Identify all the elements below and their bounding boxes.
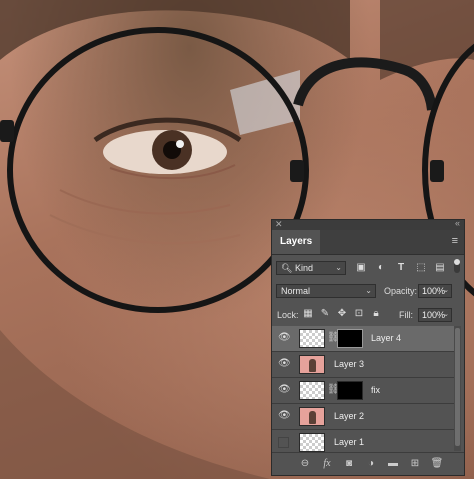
lock-transparent-icon[interactable]: ▦ (302, 308, 314, 320)
layer-thumbnail[interactable] (299, 355, 325, 374)
filter-smartobject-icon[interactable]: ▤ (433, 261, 447, 274)
layer-name[interactable]: Layer 3 (334, 359, 364, 369)
layers-panel: ✕ « Layers ≡ 🔍︎ Kind ⌄ ▣ ◐ T ⬚ ▤ Normal … (271, 218, 465, 476)
scrollbar-thumb[interactable] (455, 328, 460, 446)
layer-thumbnail[interactable] (299, 407, 325, 426)
blend-row: Normal ⌄ Opacity: 100% ⌄ (272, 279, 464, 303)
layer-row-layer-4[interactable]: 👁 ⛓ Layer 4 (272, 326, 455, 352)
filter-pixel-icon[interactable]: ▣ (354, 261, 368, 274)
chevron-down-icon: ⌄ (443, 311, 449, 318)
chevron-down-icon: ⌄ (365, 286, 372, 295)
opacity-label: Opacity: (384, 286, 418, 296)
add-mask-icon[interactable]: ◙ (342, 458, 356, 470)
layer-row-layer-3[interactable]: 👁 Layer 3 (272, 352, 455, 378)
filter-kind-value: Kind (294, 263, 313, 273)
visibility-toggle-off[interactable] (278, 437, 289, 448)
lock-all-icon[interactable]: 🔒︎ (370, 308, 382, 320)
panel-menu-icon[interactable]: ≡ (452, 236, 458, 247)
trash-icon[interactable]: 🗑︎ (430, 458, 444, 470)
filter-shape-icon[interactable]: ⬚ (414, 261, 428, 274)
adjustment-layer-icon[interactable]: ◑ (364, 458, 378, 470)
group-folder-icon[interactable]: ▬ (386, 458, 400, 470)
lock-label: Lock: (277, 310, 299, 320)
lock-artboard-icon[interactable]: ⊡ (353, 308, 365, 320)
lock-move-icon[interactable]: ✥ (336, 308, 348, 320)
fill-label: Fill: (399, 310, 413, 320)
link-layers-icon[interactable]: ⊖ (298, 458, 312, 470)
layer-name[interactable]: Layer 4 (371, 333, 401, 343)
panel-footer: ⊖ fx ◙ ◑ ▬ ⊞ 🗑︎ (272, 452, 464, 475)
filter-type-icon[interactable]: T (394, 261, 408, 274)
eye-icon[interactable]: 👁 (278, 385, 291, 395)
lock-row: Lock: ▦ ✎ ✥ ⊡ 🔒︎ Fill: 100% ⌄ (272, 303, 464, 327)
layer-thumbnail[interactable] (299, 433, 325, 452)
layer-row-layer-2[interactable]: 👁 Layer 2 (272, 404, 455, 430)
fill-value: 100% (422, 310, 446, 320)
filter-row: 🔍︎ Kind ⌄ ▣ ◐ T ⬚ ▤ (272, 255, 464, 279)
search-icon: 🔍︎ (281, 263, 293, 273)
filter-toggle[interactable] (454, 259, 460, 273)
filter-adjustment-icon[interactable]: ◐ (374, 261, 388, 274)
fx-icon[interactable]: fx (320, 458, 334, 470)
layer-thumbnail[interactable] (299, 381, 325, 400)
lock-brush-icon[interactable]: ✎ (319, 308, 331, 320)
new-layer-icon[interactable]: ⊞ (408, 458, 422, 470)
layer-name[interactable]: fix (371, 385, 380, 395)
layers-list: 👁 ⛓ Layer 4 👁 Layer 3 👁 ⛓ fix 👁 Layer 2 (272, 326, 455, 456)
fill-field[interactable]: 100% ⌄ (418, 308, 452, 322)
layer-mask-thumbnail[interactable] (337, 381, 363, 400)
layer-name[interactable]: Layer 2 (334, 411, 364, 421)
blend-mode-select[interactable]: Normal ⌄ (276, 284, 376, 298)
opacity-value: 100% (422, 286, 446, 296)
blend-mode-value: Normal (281, 286, 311, 296)
chevron-down-icon: ⌄ (335, 263, 342, 272)
close-icon[interactable]: ✕ (275, 219, 283, 230)
panel-titlebar: ✕ « (272, 218, 464, 230)
layers-scrollbar[interactable] (454, 326, 461, 451)
layer-name[interactable]: Layer 1 (334, 437, 364, 447)
eye-icon[interactable]: 👁 (278, 411, 291, 421)
eye-icon[interactable]: 👁 (278, 359, 291, 369)
layer-row-fix[interactable]: 👁 ⛓ fix (272, 378, 455, 404)
collapse-icon[interactable]: « (455, 218, 460, 228)
tab-layers[interactable]: Layers (272, 230, 321, 254)
filter-kind-select[interactable]: 🔍︎ Kind ⌄ (276, 261, 346, 275)
layer-mask-thumbnail[interactable] (337, 329, 363, 348)
layer-thumbnail[interactable] (299, 329, 325, 348)
panel-tab-row: Layers ≡ (272, 230, 464, 255)
opacity-field[interactable]: 100% ⌄ (418, 284, 452, 298)
eye-icon[interactable]: 👁 (278, 333, 291, 343)
chevron-down-icon: ⌄ (443, 287, 449, 294)
